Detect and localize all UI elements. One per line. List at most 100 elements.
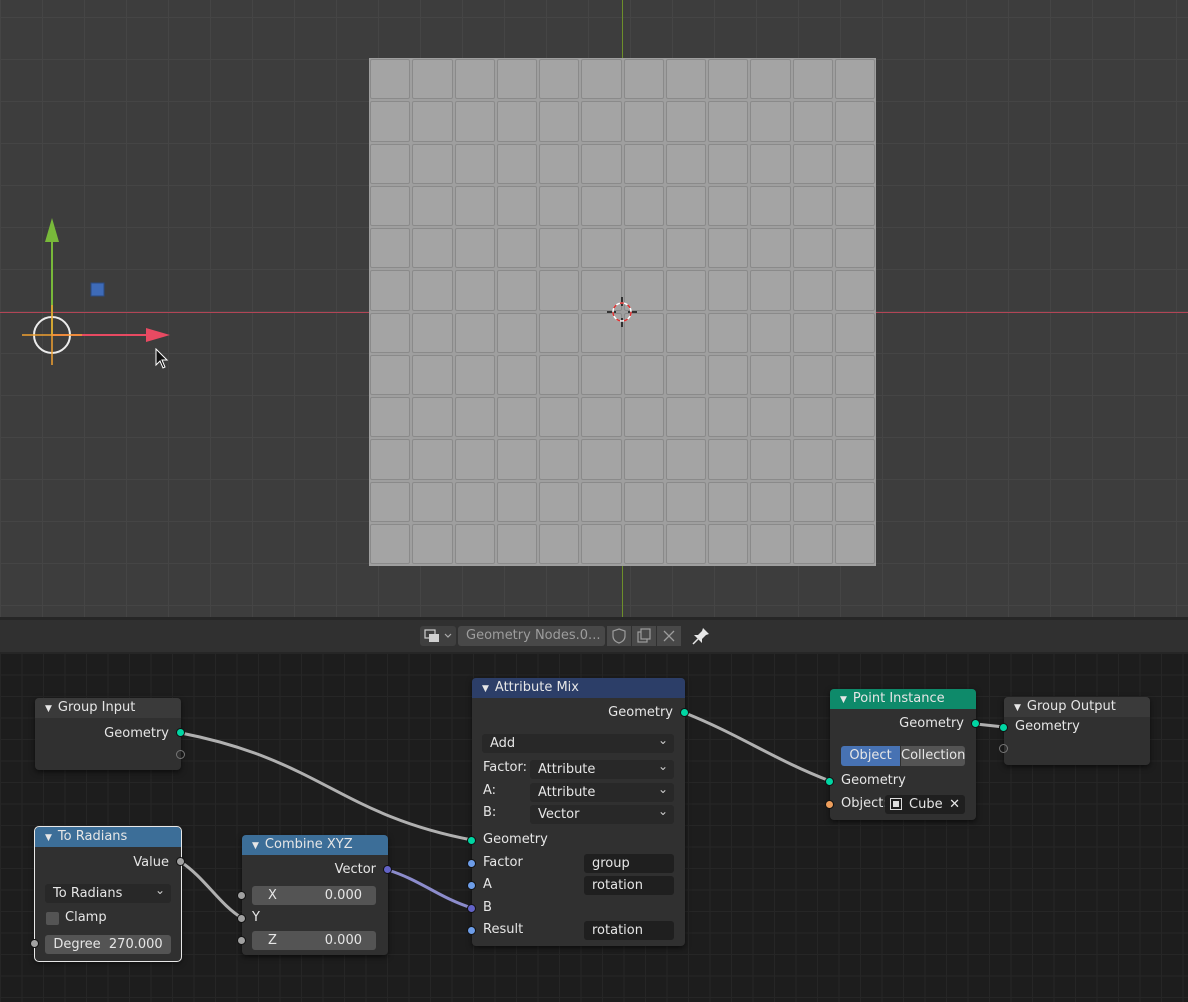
cube-instance[interactable]: [708, 439, 749, 480]
cube-instance[interactable]: [370, 354, 411, 395]
cube-instance[interactable]: [370, 523, 411, 564]
blend-mode-dropdown[interactable]: Add: [482, 731, 674, 753]
combine-xyz-node[interactable]: ▼ Combine XYZ Vector X 0.000 Y Z 0.000: [237, 835, 392, 955]
cube-instance[interactable]: [539, 228, 580, 269]
cube-instance[interactable]: [581, 143, 622, 184]
value-output-socket[interactable]: [176, 857, 185, 866]
cube-instance[interactable]: [581, 101, 622, 142]
mode-object-button[interactable]: Object: [841, 746, 900, 766]
cube-instance[interactable]: [708, 481, 749, 522]
cube-instance[interactable]: [581, 523, 622, 564]
cube-instance[interactable]: [454, 143, 495, 184]
cube-instance[interactable]: [623, 143, 664, 184]
z-field[interactable]: Z 0.000: [252, 931, 376, 950]
b-type-dropdown[interactable]: Vector: [530, 802, 674, 824]
cube-instance[interactable]: [496, 439, 537, 480]
cube-instance[interactable]: [623, 228, 664, 269]
cube-instance[interactable]: [539, 397, 580, 438]
cube-instance[interactable]: [412, 228, 453, 269]
geometry-output-socket[interactable]: [971, 719, 980, 728]
cube-instance[interactable]: [792, 59, 833, 100]
pin-button[interactable]: [690, 625, 712, 647]
cube-instance[interactable]: [496, 59, 537, 100]
cube-instance[interactable]: [539, 312, 580, 353]
cube-instance[interactable]: [834, 185, 875, 226]
cube-instance[interactable]: [454, 439, 495, 480]
cube-instance[interactable]: [623, 185, 664, 226]
cube-instance[interactable]: [581, 397, 622, 438]
cube-instance[interactable]: [370, 101, 411, 142]
cube-instance[interactable]: [454, 228, 495, 269]
cube-instance[interactable]: [623, 481, 664, 522]
cube-instance[interactable]: [623, 59, 664, 100]
node-tree-browse-button[interactable]: [420, 626, 456, 646]
cube-instance[interactable]: [708, 143, 749, 184]
vector-output-socket[interactable]: [383, 865, 392, 874]
cube-instance[interactable]: [750, 397, 791, 438]
collapse-triangle-icon[interactable]: ▼: [1014, 698, 1021, 718]
cube-instance[interactable]: [665, 101, 706, 142]
cube-instance[interactable]: [496, 185, 537, 226]
cube-instance[interactable]: [708, 228, 749, 269]
degree-field[interactable]: Degree 270.000: [45, 935, 171, 954]
cube-instance[interactable]: [834, 397, 875, 438]
cube-instance[interactable]: [370, 270, 411, 311]
cube-instance[interactable]: [665, 439, 706, 480]
node-header[interactable]: ▼ Group Output: [1004, 697, 1150, 717]
cube-instance[interactable]: [370, 397, 411, 438]
cube-instance[interactable]: [412, 523, 453, 564]
cube-instance[interactable]: [496, 143, 537, 184]
unlink-node-group-button[interactable]: [657, 626, 681, 646]
cube-instance[interactable]: [412, 59, 453, 100]
cube-instance[interactable]: [539, 101, 580, 142]
cube-instance[interactable]: [412, 312, 453, 353]
clear-object-icon[interactable]: ✕: [949, 795, 960, 814]
cube-instance[interactable]: [792, 143, 833, 184]
cube-instance[interactable]: [539, 59, 580, 100]
z-input-socket[interactable]: [237, 936, 246, 945]
cube-instance[interactable]: [454, 101, 495, 142]
cube-instance[interactable]: [665, 59, 706, 100]
virtual-socket[interactable]: [176, 750, 185, 759]
cube-instance[interactable]: [539, 354, 580, 395]
cube-instance[interactable]: [750, 481, 791, 522]
cube-instance[interactable]: [581, 185, 622, 226]
cube-instance[interactable]: [370, 185, 411, 226]
cube-instance[interactable]: [370, 439, 411, 480]
node-header[interactable]: ▼ Combine XYZ: [242, 835, 388, 855]
cube-instance[interactable]: [454, 312, 495, 353]
geometry-input-socket[interactable]: [825, 777, 834, 786]
x-input-socket[interactable]: [237, 891, 246, 900]
cube-instance[interactable]: [496, 354, 537, 395]
cube-instance[interactable]: [665, 270, 706, 311]
factor-input-socket[interactable]: [467, 859, 476, 868]
result-attribute-field[interactable]: rotation: [584, 921, 674, 940]
cube-instance[interactable]: [792, 397, 833, 438]
cube-instance[interactable]: [665, 143, 706, 184]
factor-type-dropdown[interactable]: Attribute: [530, 757, 674, 779]
x-field[interactable]: X 0.000: [252, 886, 376, 905]
cube-instance[interactable]: [750, 228, 791, 269]
cube-instance[interactable]: [581, 228, 622, 269]
cube-instance[interactable]: [750, 523, 791, 564]
factor-attribute-field[interactable]: group: [584, 854, 674, 873]
collapse-triangle-icon[interactable]: ▼: [45, 828, 52, 848]
node-group-name-field[interactable]: Geometry Nodes.0...: [458, 626, 605, 646]
cube-instance[interactable]: [792, 270, 833, 311]
virtual-socket[interactable]: [999, 744, 1008, 753]
cube-instance[interactable]: [496, 312, 537, 353]
cube-instance[interactable]: [496, 101, 537, 142]
cube-instance[interactable]: [623, 354, 664, 395]
cube-instance[interactable]: [496, 481, 537, 522]
b-input-socket[interactable]: [467, 904, 476, 913]
y-input-socket[interactable]: [237, 914, 246, 923]
cube-instance[interactable]: [750, 101, 791, 142]
cube-instance[interactable]: [623, 397, 664, 438]
collapse-triangle-icon[interactable]: ▼: [840, 690, 847, 710]
cube-instance[interactable]: [539, 270, 580, 311]
cube-instance[interactable]: [539, 439, 580, 480]
cube-instance[interactable]: [581, 59, 622, 100]
a-input-socket[interactable]: [467, 881, 476, 890]
cube-instance[interactable]: [834, 228, 875, 269]
group-input-node[interactable]: ▼ Group Input Geometry: [35, 698, 185, 770]
